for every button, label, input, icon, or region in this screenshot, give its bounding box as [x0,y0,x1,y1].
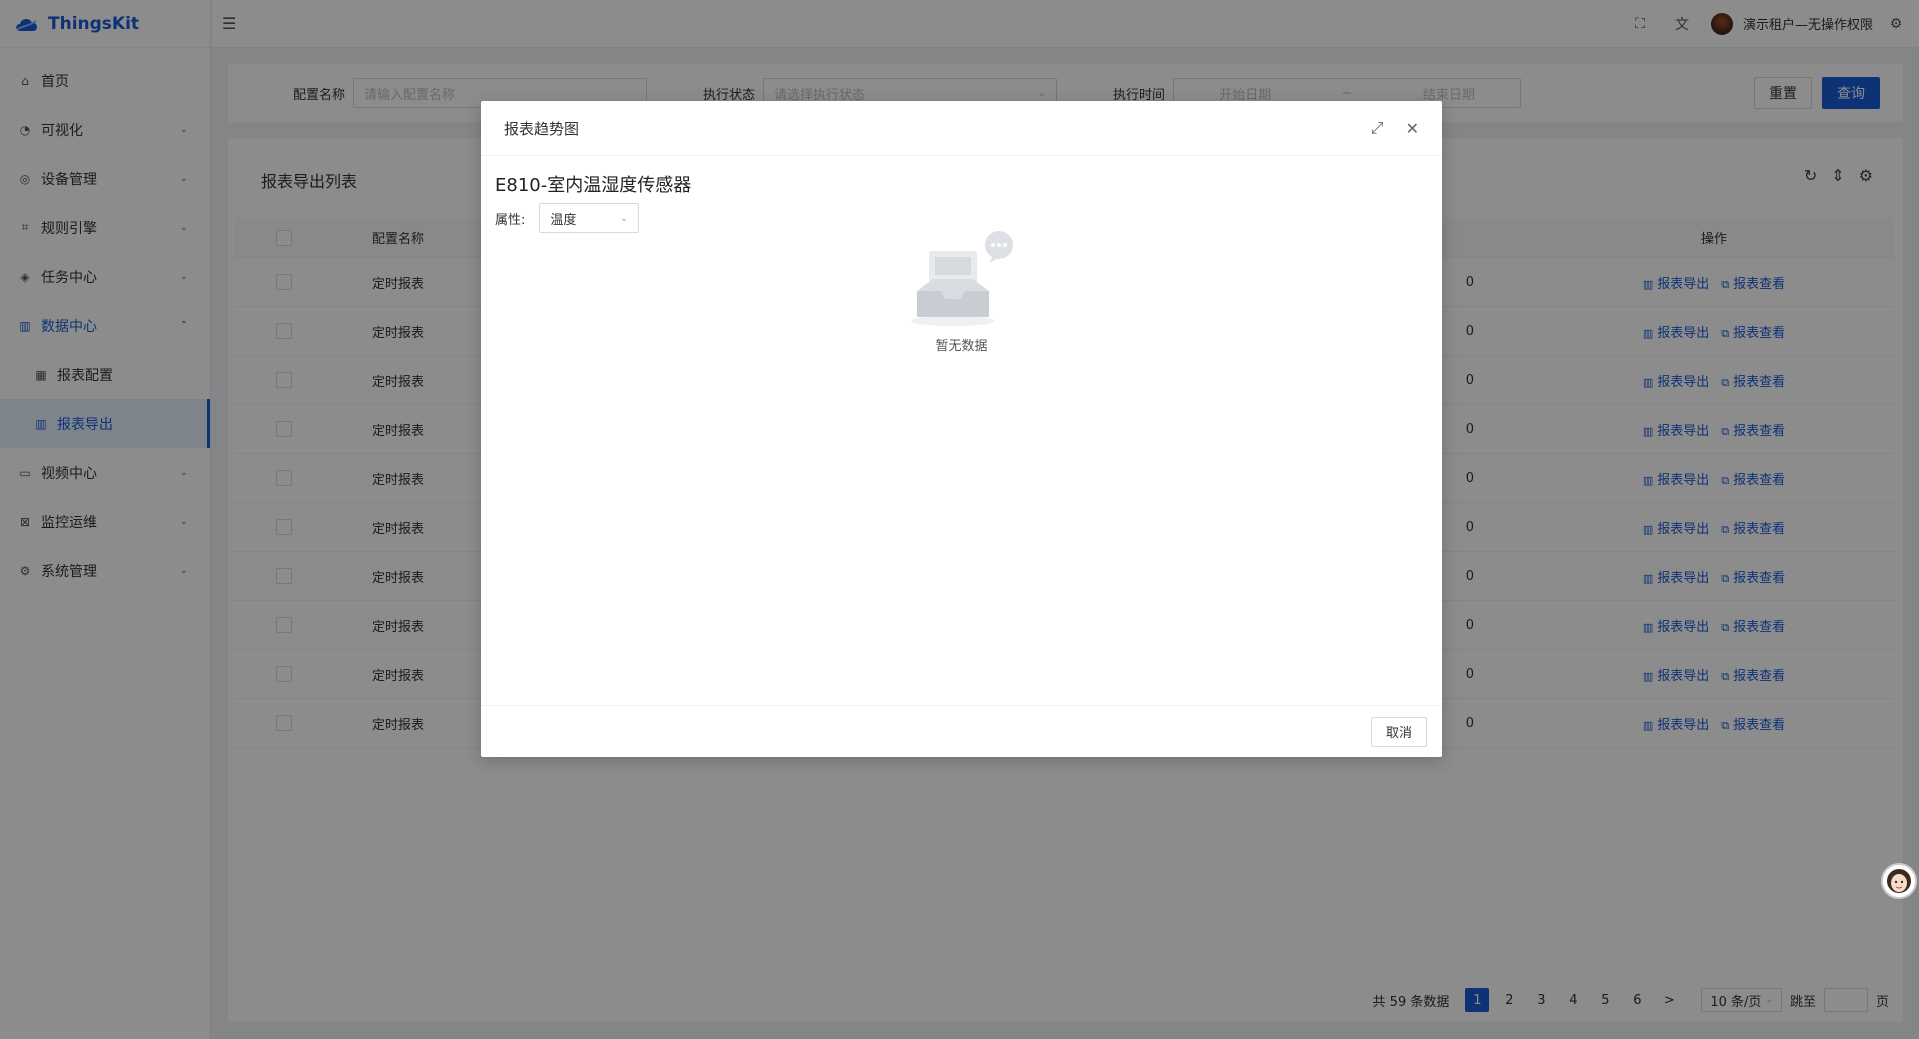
close-icon[interactable]: ✕ [1406,119,1419,138]
report-trend-modal: 报表趋势图 ⤢ ✕ E810-室内温湿度传感器 属性: 温度 ⌄ 暂无数据 取消 [481,101,1442,757]
device-title: E810-室内温湿度传感器 [495,175,692,196]
modal-title: 报表趋势图 [504,119,580,138]
modal-footer: 取消 [481,705,1442,757]
modal-body: E810-室内温湿度传感器 属性: 温度 ⌄ 暂无数据 [481,156,1442,705]
empty-text: 暂无数据 [935,339,988,354]
chevron-down-icon: ⌄ [620,212,629,224]
empty-state: 暂无数据 [481,231,1442,354]
fullscreen-icon[interactable]: ⤢ [1371,118,1384,138]
empty-inbox-icon [910,231,1013,326]
cancel-button[interactable]: 取消 [1370,716,1427,747]
property-row: 属性: 温度 ⌄ [495,203,1428,233]
property-select[interactable]: 温度 ⌄ [539,203,640,233]
property-value: 温度 [550,212,577,228]
assistant-face-icon [1887,869,1911,893]
property-label: 属性: [495,212,526,228]
assistant-avatar[interactable] [1881,863,1917,899]
modal-header: 报表趋势图 ⤢ ✕ [481,101,1442,156]
